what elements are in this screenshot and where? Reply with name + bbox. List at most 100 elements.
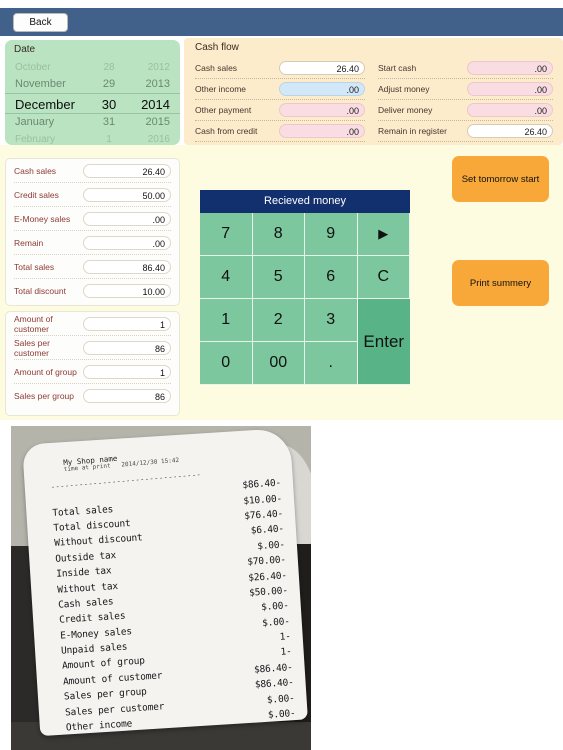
- sales-value-field[interactable]: 86: [83, 340, 171, 355]
- sales-label: Sales per customer: [14, 337, 50, 358]
- sales-label: Sales per group: [14, 391, 75, 401]
- key-arrow-right[interactable]: ▶: [357, 213, 410, 256]
- date-month: January: [15, 116, 55, 128]
- cash-flow-label: Deliver money: [378, 105, 433, 115]
- key-clear[interactable]: C: [357, 256, 410, 299]
- cash-flow-row: Other income .00: [195, 79, 365, 100]
- date-picker-panel[interactable]: Date October 28 2012 November 29 2013 December…: [5, 40, 180, 145]
- date-month: December: [15, 97, 75, 112]
- cash-flow-field[interactable]: .00: [279, 124, 365, 138]
- keypad-header-label: Recieved money: [200, 190, 410, 213]
- cash-flow-label: Cash from credit: [195, 126, 258, 136]
- cash-flow-row: Start cash .00: [378, 58, 553, 79]
- receipt-line-value: $26.40-: [247, 569, 288, 584]
- key-1[interactable]: 1: [200, 299, 253, 342]
- cash-flow-label: Other income: [195, 84, 247, 94]
- numeric-keypad[interactable]: Recieved money 7 8 9 ▶ 4 5 6 C 1 2 3 0 00. Enter: [200, 190, 410, 385]
- receipt-summary-screen: Back Date October 28 2012 November 29 2013 Dec…: [0, 0, 563, 750]
- cash-flow-label: Other payment: [195, 105, 252, 115]
- sales-value-field[interactable]: 10.00: [83, 284, 171, 298]
- cash-flow-row: Cash from credit .00: [195, 121, 365, 142]
- date-day: 30: [101, 97, 117, 112]
- receipt-line-value: $.00-: [266, 692, 295, 706]
- cash-flow-field[interactable]: .00: [467, 61, 553, 75]
- receipt-line-value: 1-: [280, 646, 293, 659]
- cash-flow-field[interactable]: 26.40: [279, 61, 365, 75]
- key-4[interactable]: 4: [200, 256, 253, 299]
- date-row-january[interactable]: January 31 2015: [5, 114, 180, 131]
- sales-value-field[interactable]: 1: [83, 364, 171, 379]
- cash-flow-label: Cash sales: [195, 63, 238, 73]
- sales-label: E-Money sales: [14, 213, 71, 224]
- receipt-line-value: $.00-: [261, 615, 291, 629]
- date-year: 2012: [147, 62, 170, 73]
- sales-row: Total discount 10.00: [14, 279, 171, 303]
- sales-row: Remain .00: [14, 231, 171, 255]
- cash-flow-right-column: Start cash .00 Adjust money .00 Deliver mone…: [378, 58, 553, 142]
- cash-flow-row: Deliver money .00: [378, 100, 553, 121]
- key-9[interactable]: 9: [305, 213, 358, 256]
- sales-value-field[interactable]: 86.40: [83, 259, 171, 274]
- sales-label: Total discount: [14, 286, 66, 296]
- key-2[interactable]: 2: [252, 299, 305, 342]
- sales-value-field[interactable]: .00: [83, 211, 171, 226]
- date-row-february[interactable]: February 1 2016: [5, 131, 180, 145]
- sales-value-field[interactable]: 1: [83, 316, 171, 331]
- key-0[interactable]: 0: [200, 342, 253, 385]
- sales-totals-card: Cash sales 26.40 Credit sales 50.00 E-Money …: [5, 158, 180, 306]
- date-year: 2016: [147, 134, 170, 145]
- sales-row: Sales per group 86: [14, 384, 171, 408]
- receipt-line-value: $.00-: [260, 600, 290, 614]
- receipt-photo: My Shop name time at print 2014/12/30 15…: [11, 426, 311, 750]
- date-row-december[interactable]: December 30 2014: [5, 93, 180, 114]
- cash-flow-left-column: Cash sales 26.40 Other income .00 Other paym…: [195, 58, 365, 142]
- receipt-line-value: $.00-: [267, 708, 296, 721]
- receipt-line-value: $50.00-: [248, 585, 289, 599]
- key-5[interactable]: 5: [252, 256, 305, 299]
- key-3[interactable]: 3: [305, 299, 358, 342]
- cash-flow-field[interactable]: .00: [279, 82, 365, 96]
- date-panel-title: Date: [14, 44, 36, 55]
- sales-value-field[interactable]: 86: [83, 389, 171, 403]
- sales-row: Amount of customer 1: [14, 312, 171, 336]
- key-7[interactable]: 7: [200, 213, 253, 256]
- date-month: February: [15, 134, 56, 145]
- key-decimal[interactable]: .: [305, 342, 358, 385]
- cash-flow-label: Remain in register: [378, 126, 447, 136]
- sales-value-field[interactable]: .00: [83, 235, 171, 250]
- receipt-line-value: $.00-: [256, 539, 286, 552]
- date-row-november[interactable]: November 29 2013: [5, 76, 180, 93]
- cash-flow-field[interactable]: 26.40: [467, 124, 553, 138]
- date-month: October: [15, 62, 51, 73]
- sales-label: Remain: [14, 237, 44, 248]
- date-row-october[interactable]: October 28 2012: [5, 59, 180, 76]
- date-year: 2015: [145, 116, 170, 128]
- receipt-line-value: $86.40-: [253, 662, 293, 676]
- receipt-paper: My Shop name time at print 2014/12/30 15…: [22, 427, 308, 737]
- keypad-grid[interactable]: 7 8 9 ▶ 4 5 6 C 1 2 3 0 00. Enter: [200, 213, 410, 385]
- key-enter[interactable]: Enter: [357, 299, 410, 385]
- cash-flow-field[interactable]: .00: [467, 103, 553, 117]
- back-button[interactable]: Back: [13, 13, 68, 32]
- receipt-line-value: $10.00-: [243, 493, 283, 507]
- date-day: 31: [102, 116, 116, 128]
- date-month: November: [15, 78, 66, 90]
- sales-value-field[interactable]: 26.40: [83, 163, 171, 178]
- cash-flow-field[interactable]: .00: [467, 82, 553, 96]
- key-double-zero[interactable]: 00: [252, 342, 305, 385]
- key-6[interactable]: 6: [305, 256, 358, 299]
- receipt-line-value: 1-: [279, 631, 292, 643]
- sales-value-field[interactable]: 50.00: [83, 187, 171, 202]
- set-tomorrow-start-button[interactable]: Set tomorrow start: [452, 156, 549, 202]
- cash-flow-title: Cash flow: [195, 42, 239, 53]
- sales-label: Amount of group: [14, 366, 77, 377]
- sales-label: Amount of customer: [14, 313, 53, 334]
- receipt-line-list: $86.40- Total sales $10.00- Total discount $…: [25, 475, 308, 736]
- print-summery-button[interactable]: Print summery: [452, 260, 549, 306]
- cash-flow-field[interactable]: .00: [279, 103, 365, 117]
- date-picker-rows[interactable]: October 28 2012 November 29 2013 December 30 201…: [5, 59, 180, 145]
- key-8[interactable]: 8: [252, 213, 305, 256]
- receipt-line-value: $70.00-: [246, 554, 287, 568]
- receipt-line-value: $6.40-: [250, 523, 285, 537]
- receipt-line-value: $86.40-: [242, 477, 282, 492]
